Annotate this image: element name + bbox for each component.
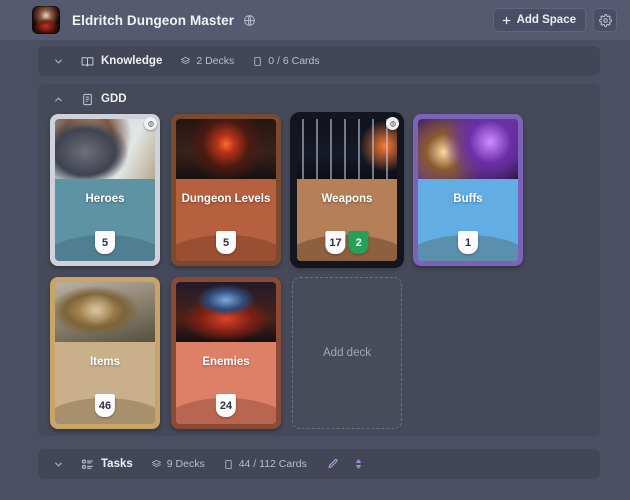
book-icon xyxy=(81,55,94,68)
deck-card-title: Enemies xyxy=(202,356,250,368)
add-deck-button[interactable]: Add deck xyxy=(292,277,402,429)
deck-badge-count: 5 xyxy=(216,231,236,254)
tasks-deck-count-label: 9 Decks xyxy=(166,458,205,470)
tasks-deck-count: 9 Decks xyxy=(151,458,205,470)
deck-card-badges: 24 xyxy=(215,394,237,417)
deck-badge-count: 17 xyxy=(325,231,346,254)
knowledge-deck-count-label: 2 Decks xyxy=(196,55,235,67)
deck-card-title: Buffs xyxy=(453,193,483,205)
dungeon-portal-art xyxy=(176,119,276,179)
section-gdd-header[interactable]: GDD xyxy=(38,84,600,114)
enemies-spider-art xyxy=(176,282,276,342)
settings-button[interactable] xyxy=(593,8,617,32)
deck-card-title: Weapons xyxy=(321,193,373,205)
deck-card[interactable]: Buffs 1 xyxy=(413,114,523,266)
section-tasks-label: Tasks xyxy=(101,458,133,470)
deck-card-badges: 5 xyxy=(216,231,236,254)
deck-card[interactable]: Items 46 xyxy=(50,277,160,429)
deck-icon xyxy=(151,459,162,470)
deck-card-title: Dungeon Levels xyxy=(181,193,271,205)
deck-card[interactable]: Enemies 24 xyxy=(171,277,281,429)
tasks-card-count-label: 44 / 112 Cards xyxy=(238,458,307,470)
weapons-swords-art xyxy=(297,119,397,179)
chevron-down-icon[interactable] xyxy=(49,52,67,70)
tasks-card-count: 44 / 112 Cards xyxy=(223,458,307,470)
deck-card-badges: 5 xyxy=(95,231,115,254)
deck-card[interactable]: Heroes 5 xyxy=(50,114,160,266)
chevron-down-icon[interactable] xyxy=(49,455,67,473)
chevron-up-icon[interactable] xyxy=(49,90,67,108)
card-icon xyxy=(223,459,234,470)
card-icon xyxy=(252,56,263,67)
top-bar-actions: Add Space xyxy=(492,8,617,32)
avatar[interactable] xyxy=(32,6,60,34)
section-tasks-header: Tasks 9 Decks 44 / 112 Cards xyxy=(38,449,600,479)
deck-icon xyxy=(180,56,191,67)
section-gdd-label: GDD xyxy=(101,93,127,105)
deck-badge-new: 2 xyxy=(348,231,369,254)
kanban-icon xyxy=(81,458,94,471)
tasks-actions xyxy=(325,456,367,472)
section-gdd: GDD Heroes 5 Dungeon Levels 5 Weapons 17 2 Buff… xyxy=(38,84,600,436)
deck-card-title: Heroes xyxy=(85,193,125,205)
deck-badge-count: 1 xyxy=(458,231,478,254)
deck-badge-count: 24 xyxy=(215,394,237,417)
deck-card-title: Items xyxy=(89,356,121,368)
items-ring-art xyxy=(55,282,155,342)
top-bar: Eldritch Dungeon Master Add Space xyxy=(0,0,630,40)
knowledge-card-count: 0 / 6 Cards xyxy=(252,55,320,67)
page-title: Eldritch Dungeon Master xyxy=(72,12,235,28)
globe-icon[interactable] xyxy=(243,14,256,27)
knowledge-deck-count: 2 Decks xyxy=(180,55,234,67)
sort-updown-icon[interactable] xyxy=(351,456,367,472)
add-deck-label: Add deck xyxy=(323,347,371,359)
gear-icon xyxy=(598,13,612,27)
document-icon xyxy=(81,93,94,106)
deck-card-badges: 17 2 xyxy=(325,231,369,254)
deck-badge-count: 46 xyxy=(94,394,116,417)
add-space-label: Add Space xyxy=(516,14,576,26)
plus-icon xyxy=(501,15,512,26)
section-knowledge-label: Knowledge xyxy=(101,55,163,67)
add-space-button[interactable]: Add Space xyxy=(492,8,586,32)
hero-warrior-art xyxy=(55,119,155,179)
section-knowledge[interactable]: Knowledge 2 Decks 0 / 6 Cards xyxy=(38,46,600,76)
section-tasks[interactable]: Tasks 9 Decks 44 / 112 Cards xyxy=(38,449,600,479)
deck-card-badges: 1 xyxy=(458,231,478,254)
deck-card[interactable]: Weapons 17 2 xyxy=(292,114,402,266)
deck-badge-count: 5 xyxy=(95,231,115,254)
pencil-icon[interactable] xyxy=(325,456,341,472)
section-knowledge-header: Knowledge 2 Decks 0 / 6 Cards xyxy=(38,46,600,76)
deck-card-badges: 46 xyxy=(94,394,116,417)
buffs-wizard-art xyxy=(418,119,518,179)
disc-icon[interactable] xyxy=(386,117,399,130)
deck-card[interactable]: Dungeon Levels 5 xyxy=(171,114,281,266)
deck-grid: Heroes 5 Dungeon Levels 5 Weapons 17 2 Buffs 1 It… xyxy=(50,114,590,429)
knowledge-card-count-label: 0 / 6 Cards xyxy=(268,55,320,67)
disc-icon[interactable] xyxy=(144,117,157,130)
